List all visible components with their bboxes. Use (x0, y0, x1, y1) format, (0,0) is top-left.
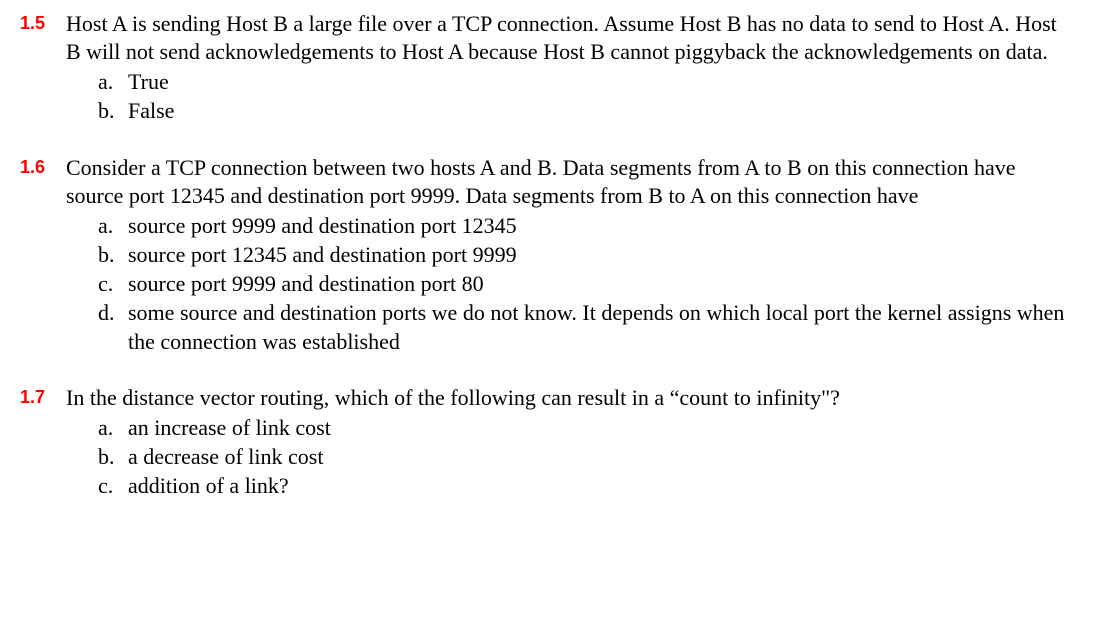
question-block: 1.7 In the distance vector routing, whic… (20, 384, 1073, 501)
option-item: a. source port 9999 and destination port… (98, 212, 1073, 240)
option-text: source port 9999 and destination port 80 (128, 270, 1073, 298)
option-item: a. True (98, 68, 1073, 96)
options-list: a. True b. False (66, 68, 1073, 125)
option-text: an increase of link cost (128, 414, 1073, 442)
question-block: 1.5 Host A is sending Host B a large fil… (20, 10, 1073, 126)
options-list: a. source port 9999 and destination port… (66, 212, 1073, 356)
question-block: 1.6 Consider a TCP connection between tw… (20, 154, 1073, 356)
option-letter: c. (98, 472, 128, 500)
option-text: source port 9999 and destination port 12… (128, 212, 1073, 240)
question-content: Consider a TCP connection between two ho… (66, 154, 1073, 356)
option-letter: b. (98, 241, 128, 269)
question-text: In the distance vector routing, which of… (66, 384, 1073, 412)
option-item: b. a decrease of link cost (98, 443, 1073, 471)
option-item: a. an increase of link cost (98, 414, 1073, 442)
option-text: some source and destination ports we do … (128, 299, 1073, 355)
question-number: 1.5 (20, 10, 66, 126)
option-text: addition of a link? (128, 472, 1073, 500)
option-letter: a. (98, 68, 128, 96)
option-letter: a. (98, 414, 128, 442)
question-content: Host A is sending Host B a large file ov… (66, 10, 1073, 126)
option-item: c. source port 9999 and destination port… (98, 270, 1073, 298)
option-text: True (128, 68, 1073, 96)
option-letter: d. (98, 299, 128, 355)
question-text: Host A is sending Host B a large file ov… (66, 10, 1073, 66)
option-text: a decrease of link cost (128, 443, 1073, 471)
option-item: d. some source and destination ports we … (98, 299, 1073, 355)
option-letter: a. (98, 212, 128, 240)
option-letter: c. (98, 270, 128, 298)
question-content: In the distance vector routing, which of… (66, 384, 1073, 501)
option-text: source port 12345 and destination port 9… (128, 241, 1073, 269)
question-number: 1.6 (20, 154, 66, 356)
option-item: c. addition of a link? (98, 472, 1073, 500)
option-item: b. source port 12345 and destination por… (98, 241, 1073, 269)
question-number: 1.7 (20, 384, 66, 501)
option-text: False (128, 97, 1073, 125)
option-letter: b. (98, 97, 128, 125)
question-text: Consider a TCP connection between two ho… (66, 154, 1073, 210)
option-letter: b. (98, 443, 128, 471)
options-list: a. an increase of link cost b. a decreas… (66, 414, 1073, 500)
option-item: b. False (98, 97, 1073, 125)
